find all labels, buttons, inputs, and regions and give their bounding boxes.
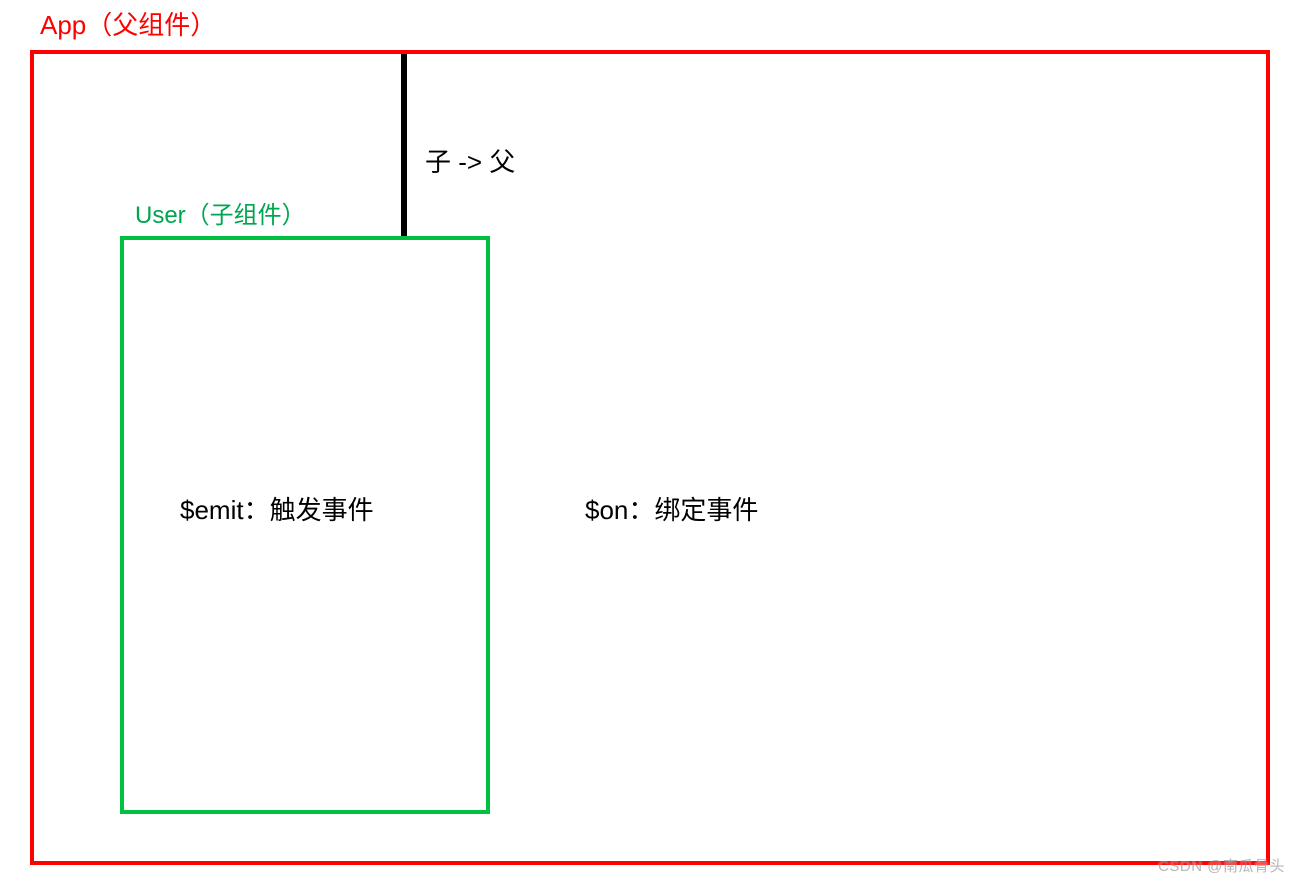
- on-description: $on：绑定事件: [585, 490, 758, 527]
- arrow-direction-label: 子 -> 父: [425, 142, 515, 179]
- watermark-text: CSDN @南瓜骨头: [1158, 855, 1285, 876]
- arrow-line: [401, 54, 407, 238]
- child-component-label: User（子组件）: [135, 195, 306, 230]
- parent-component-label: App（父组件）: [40, 5, 216, 42]
- emit-description: $emit：触发事件: [180, 490, 374, 527]
- diagram-canvas: App（父组件） 子 -> 父 User（子组件） $emit：触发事件 $on…: [0, 0, 1297, 884]
